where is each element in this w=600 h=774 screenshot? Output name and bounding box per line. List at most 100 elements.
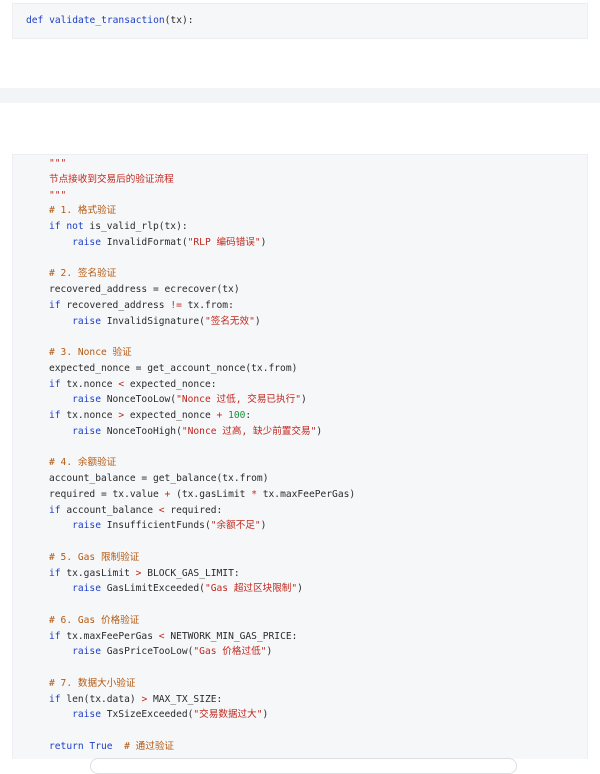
- code-token: """: [49, 158, 67, 169]
- code-token: 节点接收到交易后的验证流程: [49, 173, 174, 185]
- code-token: len(tx.data): [60, 693, 142, 705]
- code-token: # 4. 余额验证: [49, 457, 117, 469]
- code-token: if not: [49, 221, 84, 232]
- code-line: account_balance = get_balance(tx.from): [13, 471, 587, 487]
- code-line: raise GasLimitExceeded("Gas 超过区块限制"): [13, 581, 587, 597]
- code-token: 100: [228, 410, 246, 421]
- code-token: ): [297, 583, 303, 595]
- code-token: raise: [49, 425, 101, 437]
- code-line: raise TxSizeExceeded("交易数据过大"): [13, 707, 587, 723]
- code-line: if tx.nonce < expected_nonce:: [13, 377, 587, 393]
- code-token: """: [49, 189, 67, 201]
- code-line: # 1. 格式验证: [13, 203, 587, 219]
- code-token: "Nonce 过高, 缺少前置交易": [181, 425, 317, 437]
- code-token: BLOCK_GAS_LIMIT:: [141, 567, 240, 579]
- code-token: InvalidSignature(: [100, 315, 205, 327]
- code-token: tx.gasLimit: [60, 567, 136, 579]
- code-token: recovered_address = ecrecover(tx): [49, 284, 240, 295]
- code-token: "RLP 编码错误": [187, 236, 261, 248]
- code-line: return True # 通过验证: [13, 739, 587, 755]
- function-params: (tx):: [164, 15, 194, 26]
- code-token: # 7. 数据大小验证: [49, 677, 136, 689]
- code-token: # 2. 签名验证: [49, 268, 117, 280]
- code-token: # 6. Gas 价格验证: [49, 614, 140, 626]
- code-line: if account_balance < required:: [13, 503, 587, 519]
- code-token: "Gas 价格过低": [193, 646, 267, 658]
- code-token: ): [260, 520, 267, 532]
- code-token: account_balance: [60, 504, 159, 516]
- code-token: if: [49, 410, 61, 421]
- code-line: if tx.maxFeePerGas < NETWORK_MIN_GAS_PRI…: [13, 629, 587, 645]
- function-body-block: """ 节点接收到交易后的验证流程 """ # 1. 格式验证 if not is_va…: [12, 154, 588, 759]
- code-token: raise: [49, 583, 101, 595]
- code-token: ): [262, 709, 269, 721]
- code-token: ): [260, 236, 267, 248]
- code-token: if: [49, 378, 61, 390]
- code-line: # 6. Gas 价格验证: [13, 613, 587, 629]
- code-token: TxSizeExceeded(: [100, 709, 194, 721]
- code-token: InvalidFormat(: [100, 236, 188, 248]
- code-line: # 7. 数据大小验证: [13, 676, 587, 692]
- code-token: tx.from:: [181, 299, 234, 311]
- code-token: "签名无效": [204, 315, 255, 327]
- code-token: GasLimitExceeded(: [100, 583, 205, 595]
- code-token: if: [49, 299, 61, 311]
- code-token: expected_nonce = get_account_nonce(tx.fr…: [49, 362, 298, 374]
- code-line: 节点接收到交易后的验证流程: [13, 172, 587, 188]
- def-keyword: def: [26, 15, 44, 26]
- code-line: # 3. Nonce 验证: [13, 345, 587, 361]
- code-token: expected_nonce:: [124, 378, 217, 390]
- code-token: is_valid_rlp(tx):: [83, 221, 188, 232]
- code-line: raise InvalidFormat("RLP 编码错误"): [13, 235, 587, 251]
- code-token: NETWORK_MIN_GAS_PRICE:: [164, 630, 298, 642]
- code-token: ): [266, 646, 273, 658]
- section-divider: [0, 88, 600, 103]
- code-token: # 5. Gas 限制验证: [49, 551, 140, 563]
- code-token: tx.maxFeePerGas: [60, 630, 159, 642]
- code-token: InsufficientFunds(: [100, 520, 211, 532]
- code-line: required = tx.value + (tx.gasLimit * tx.…: [13, 487, 587, 503]
- code-line: """: [13, 188, 587, 204]
- code-line: raise GasPriceTooLow("Gas 价格过低"): [13, 644, 587, 660]
- code-token: raise: [49, 520, 101, 532]
- code-line: raise InsufficientFunds("余额不足"): [13, 518, 587, 534]
- code-line: # 2. 签名验证: [13, 266, 587, 282]
- code-token: required:: [164, 504, 223, 516]
- code-token: (tx.gasLimit: [170, 488, 252, 500]
- function-name: validate_transaction: [49, 15, 165, 26]
- code-line: raise NonceTooHigh("Nonce 过高, 缺少前置交易"): [13, 424, 587, 440]
- code-line: raise NonceTooLow("Nonce 过低, 交易已执行"): [13, 392, 587, 408]
- code-token: "交易数据过大": [193, 709, 263, 721]
- code-token: tx.nonce: [60, 378, 119, 390]
- code-token: GasPriceTooLow(: [100, 646, 194, 658]
- code-line: if not is_valid_rlp(tx):: [13, 219, 587, 235]
- code-line: if len(tx.data) > MAX_TX_SIZE:: [13, 692, 587, 708]
- code-token: NonceTooLow(: [100, 394, 177, 406]
- code-line: if tx.nonce > expected_nonce + 100:: [13, 408, 587, 424]
- code-line: expected_nonce = get_account_nonce(tx.fr…: [13, 361, 587, 377]
- code-token: if: [49, 567, 61, 579]
- code-line: """: [13, 156, 587, 172]
- code-token: if: [49, 630, 61, 642]
- code-token: account_balance = get_balance(tx.from): [49, 473, 269, 484]
- code-token: raise: [49, 394, 101, 406]
- code-token: raise: [49, 709, 101, 721]
- code-token: # 通过验证: [112, 740, 175, 752]
- code-token: raise: [49, 315, 101, 327]
- code-line: # 4. 余额验证: [13, 455, 587, 471]
- function-signature-line: def validate_transaction(tx):: [13, 13, 587, 29]
- code-token: "Nonce 过低, 交易已执行": [176, 394, 301, 406]
- code-line: raise InvalidSignature("签名无效"): [13, 314, 587, 330]
- code-token: expected_nonce: [124, 410, 217, 421]
- code-token: # 3. Nonce 验证: [49, 347, 132, 358]
- code-token: tx.nonce: [60, 410, 119, 421]
- code-token: ): [316, 425, 323, 437]
- code-token: NonceTooHigh(: [100, 425, 182, 437]
